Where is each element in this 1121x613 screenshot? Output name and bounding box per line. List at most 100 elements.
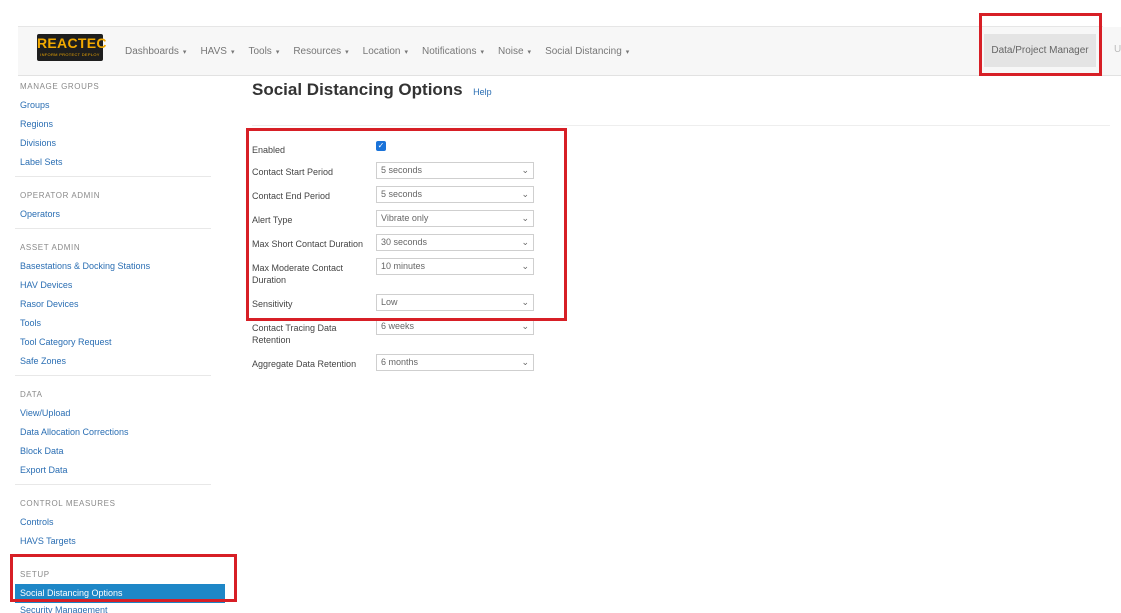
aggregate-retention-select[interactable]: 6 months ⌄	[376, 354, 534, 371]
select-value: 6 months	[381, 357, 419, 367]
nav-noise[interactable]: Noise ▾	[498, 46, 531, 57]
caret-down-icon: ▾	[527, 48, 532, 56]
select-value: 6 weeks	[381, 321, 415, 331]
nav-havs[interactable]: HAVS ▾	[200, 46, 234, 57]
sidebar-item-havs-targets[interactable]: HAVS Targets	[15, 532, 225, 551]
sidebar-section-manage-groups: MANAGE GROUPS Groups Regions Divisions L…	[15, 76, 225, 177]
contact-tracing-retention-label: Contact Tracing Data Retention	[252, 323, 337, 345]
sidebar-header: ASSET ADMIN	[20, 243, 81, 252]
sidebar-divider	[15, 484, 211, 485]
select-value: 10 minutes	[381, 261, 426, 271]
sidebar-item-social-distancing-options[interactable]: Social Distancing Options	[15, 584, 225, 603]
sidebar-item-hav-devices[interactable]: HAV Devices	[15, 276, 225, 295]
nav-tools[interactable]: Tools ▾	[248, 46, 279, 57]
sidebar-item-groups[interactable]: Groups	[15, 96, 225, 115]
select-value: 5 seconds	[381, 189, 423, 199]
nav-notifications[interactable]: Notifications ▾	[422, 46, 484, 57]
checkmark-icon: ✓	[377, 141, 385, 150]
form-row-enabled: Enabled ✓	[252, 138, 552, 160]
reactec-logo[interactable]: REACTEC INFORM PROTECT DEPLOY	[37, 34, 106, 61]
sidebar-section-control-measures: CONTROL MEASURES Controls HAVS Targets	[15, 493, 225, 556]
aggregate-retention-label: Aggregate Data Retention	[252, 359, 357, 369]
nav-label: Dashboards	[125, 45, 179, 57]
enabled-checkbox[interactable]: ✓	[376, 141, 386, 151]
data-project-manager-button[interactable]: Data/Project Manager	[984, 34, 1096, 67]
sidebar-divider	[15, 555, 211, 556]
sidebar-item-safe-zones[interactable]: Safe Zones	[15, 352, 225, 371]
sidebar-item-data-allocation-corrections[interactable]: Data Allocation Corrections	[15, 423, 225, 442]
form-row-contact-tracing-retention: Contact Tracing Data Retention 6 weeks ⌄	[252, 316, 552, 352]
sidebar-item-view-upload[interactable]: View/Upload	[15, 404, 225, 423]
nav-location[interactable]: Location ▾	[363, 46, 408, 57]
nav-dashboards[interactable]: Dashboards ▾	[125, 46, 186, 57]
sensitivity-select[interactable]: Low ⌄	[376, 294, 534, 311]
caret-down-icon: ▾	[625, 48, 630, 56]
sidebar-item-security-management[interactable]: Security Management	[15, 603, 225, 613]
caret-down-icon: ▾	[182, 48, 187, 56]
contact-tracing-retention-select[interactable]: 6 weeks ⌄	[376, 318, 534, 335]
sidebar-item-rasor-devices[interactable]: Rasor Devices	[15, 295, 225, 314]
form-row-alert-type: Alert Type Vibrate only ⌄	[252, 208, 552, 232]
max-short-contact-label: Max Short Contact Duration	[252, 239, 364, 249]
sidebar-header: CONTROL MEASURES	[20, 499, 116, 508]
nav-label: Location	[362, 45, 401, 57]
top-navbar: REACTEC INFORM PROTECT DEPLOY Dashboards…	[18, 27, 1121, 76]
sidebar-header: SETUP	[20, 570, 50, 579]
sidebar-divider	[15, 228, 211, 229]
nav-label: Resources	[293, 45, 342, 57]
nav-menu: Dashboards ▾ HAVS ▾ Tools ▾ Resources ▾ Loca…	[125, 27, 643, 75]
select-value: Vibrate only	[381, 213, 429, 223]
caret-down-icon: ▾	[480, 48, 484, 56]
nav-label: Social Distancing	[545, 45, 622, 57]
nav-resources[interactable]: Resources ▾	[293, 46, 348, 57]
page-title: Social Distancing Options	[252, 80, 463, 99]
sidebar-item-controls[interactable]: Controls	[15, 513, 225, 532]
alert-type-select[interactable]: Vibrate only ⌄	[376, 210, 534, 227]
nav-overflow-text: U	[1114, 44, 1121, 55]
chevron-down-icon: ⌄	[521, 297, 529, 307]
sidebar-item-label-sets[interactable]: Label Sets	[15, 153, 225, 172]
form-row-aggregate-retention: Aggregate Data Retention 6 months ⌄	[252, 352, 552, 376]
contact-start-period-label: Contact Start Period	[252, 167, 334, 177]
sidebar-divider	[15, 375, 211, 376]
sidebar-section-data: DATA View/Upload Data Allocation Correct…	[15, 384, 225, 485]
nav-label: Noise	[497, 45, 524, 57]
sidebar-item-tools[interactable]: Tools	[15, 314, 225, 333]
nav-label: Notifications	[421, 45, 477, 57]
sidebar-item-operators[interactable]: Operators	[15, 205, 225, 224]
contact-end-period-select[interactable]: 5 seconds ⌄	[376, 186, 534, 203]
sidebar-item-export-data[interactable]: Export Data	[15, 461, 225, 480]
sensitivity-label: Sensitivity	[252, 299, 293, 309]
form-row-max-short-contact: Max Short Contact Duration 30 seconds ⌄	[252, 232, 552, 256]
chevron-down-icon: ⌄	[521, 261, 529, 271]
form-row-sensitivity: Sensitivity Low ⌄	[252, 292, 552, 316]
caret-down-icon: ▾	[404, 48, 408, 56]
logo-tagline: INFORM PROTECT DEPLOY	[40, 52, 100, 57]
select-value: 30 seconds	[381, 237, 428, 247]
sidebar-item-block-data[interactable]: Block Data	[15, 442, 225, 461]
form-row-max-moderate-contact: Max Moderate Contact Duration 10 minutes…	[252, 256, 552, 292]
title-row: Social Distancing Options Help	[252, 80, 492, 100]
form-row-contact-end-period: Contact End Period 5 seconds ⌄	[252, 184, 552, 208]
nav-social-distancing[interactable]: Social Distancing ▾	[545, 46, 629, 57]
sidebar-divider	[15, 176, 211, 177]
max-short-contact-select[interactable]: 30 seconds ⌄	[376, 234, 534, 251]
select-value: 5 seconds	[381, 165, 423, 175]
sidebar-section-operator-admin: OPERATOR ADMIN Operators	[15, 185, 225, 229]
chevron-down-icon: ⌄	[521, 321, 529, 331]
sidebar-item-divisions[interactable]: Divisions	[15, 134, 225, 153]
sidebar-item-regions[interactable]: Regions	[15, 115, 225, 134]
sidebar-item-tool-category-request[interactable]: Tool Category Request	[15, 333, 225, 352]
sidebar-item-basestations[interactable]: Basestations & Docking Stations	[15, 257, 225, 276]
contact-end-period-label: Contact End Period	[252, 191, 331, 201]
help-link[interactable]: Help	[473, 87, 492, 97]
select-value: Low	[381, 297, 398, 307]
chevron-down-icon: ⌄	[521, 165, 529, 175]
content-divider	[252, 125, 1110, 126]
sidebar-section-setup: SETUP Social Distancing Options Security…	[15, 564, 225, 613]
max-moderate-contact-select[interactable]: 10 minutes ⌄	[376, 258, 534, 275]
sidebar-section-asset-admin: ASSET ADMIN Basestations & Docking Stati…	[15, 237, 225, 376]
contact-start-period-select[interactable]: 5 seconds ⌄	[376, 162, 534, 179]
caret-down-icon: ▾	[275, 48, 280, 56]
nav-label: Tools	[248, 45, 272, 57]
